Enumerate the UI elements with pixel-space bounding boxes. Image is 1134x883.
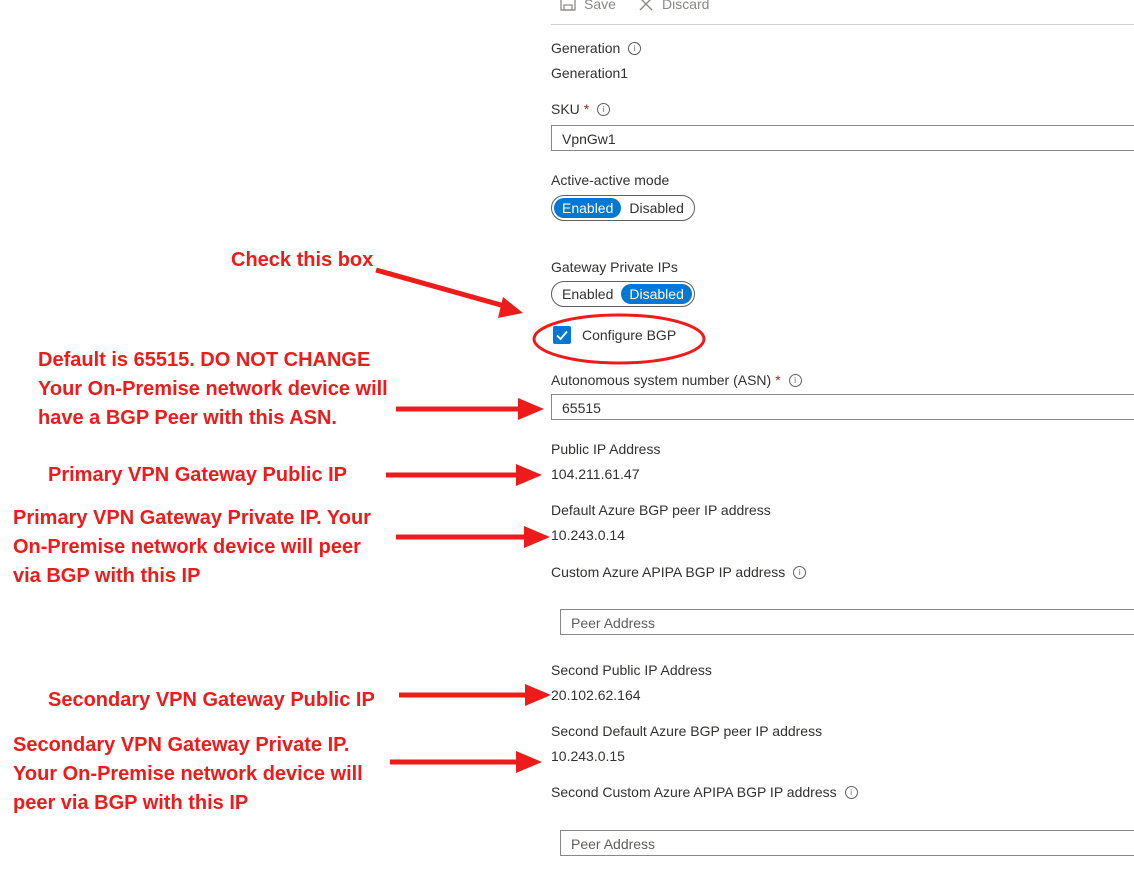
annotation-secondary-private-line-2: Your On-Premise network device will (13, 763, 363, 785)
arrow-check-box (375, 267, 523, 318)
arrow-asn (396, 398, 544, 420)
annotation-secondary-private-line-1: Secondary VPN Gateway Private IP. (13, 734, 350, 756)
annotation-secondary-private-line-3: peer via BGP with this IP (13, 792, 249, 814)
annotation-secondary-public-ip: Secondary VPN Gateway Public IP (48, 689, 375, 711)
annotation-asn-line-2: Your On-Premise network device will (38, 378, 388, 400)
annotation-primary-private-line-2: On-Premise network device will peer (13, 536, 361, 558)
arrow-secondary-public-ip (399, 684, 551, 706)
annotation-primary-private-line-1: Primary VPN Gateway Private IP. Your (13, 507, 371, 529)
annotation-asn-line-1: Default is 65515. DO NOT CHANGE (38, 349, 371, 371)
arrow-primary-private-ip (396, 526, 550, 548)
annotation-asn-line-3: have a BGP Peer with this ASN. (38, 407, 337, 429)
annotation-primary-public-ip: Primary VPN Gateway Public IP (48, 464, 348, 486)
annotation-primary-private-line-3: via BGP with this IP (13, 565, 201, 587)
arrow-secondary-private-ip (390, 751, 542, 773)
configure-bgp-highlight-ellipse (532, 313, 706, 365)
annotation-check-box: Check this box (231, 249, 374, 271)
arrow-primary-public-ip (386, 464, 542, 486)
